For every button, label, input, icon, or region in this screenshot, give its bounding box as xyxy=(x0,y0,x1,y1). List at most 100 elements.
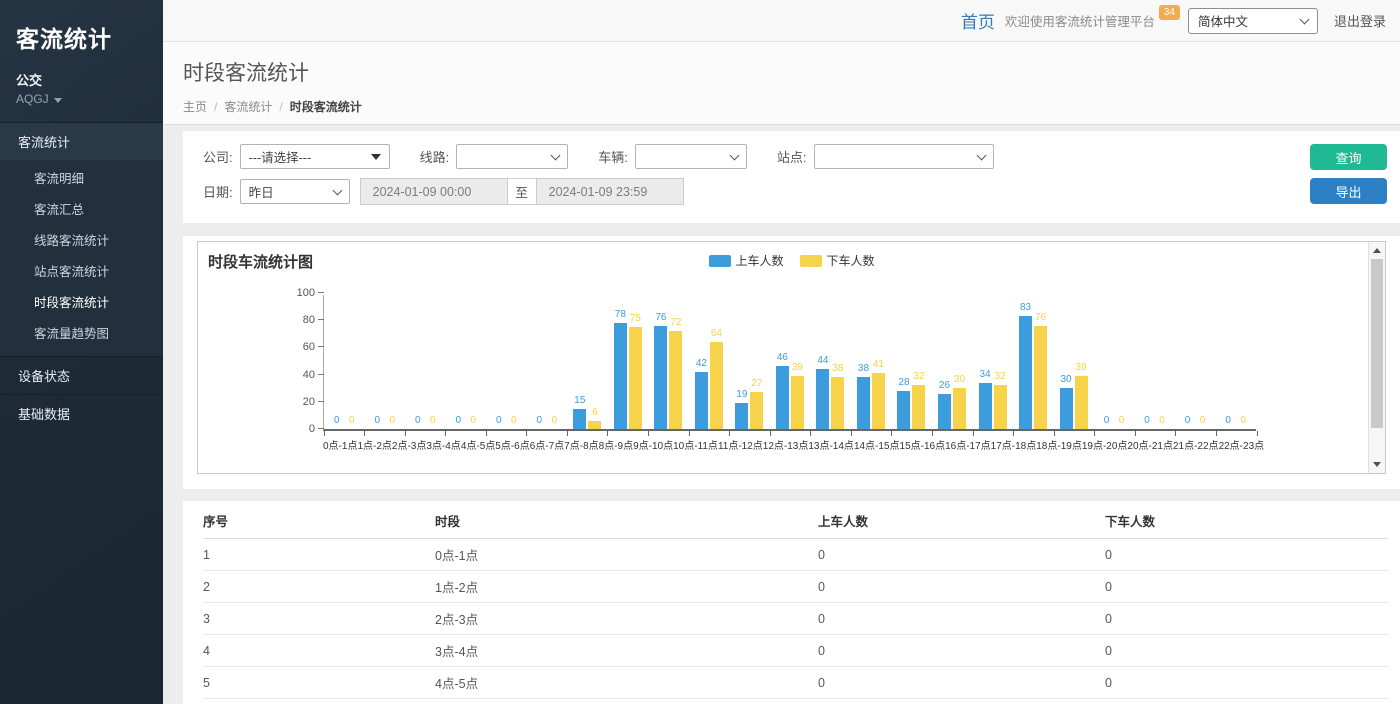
date-end-input[interactable]: 2024-01-09 23:59 xyxy=(536,178,684,205)
table-panel: 序号时段上车人数下车人数 10点-1点0021点-2点0032点-3点0043点… xyxy=(183,501,1400,704)
station-select[interactable] xyxy=(814,144,994,169)
table-cell: 3点-4点 xyxy=(435,635,818,667)
bar-下车人数: 32 xyxy=(912,385,925,429)
sidebar-item-线路客流统计[interactable]: 线路客流统计 xyxy=(0,224,163,255)
vehicle-select[interactable] xyxy=(635,144,747,169)
bar-value-label: 75 xyxy=(630,313,641,324)
table-row: 21点-2点00 xyxy=(203,571,1388,603)
x-axis-tick-mark xyxy=(1013,431,1014,436)
bar-group-4点-5点: 00 xyxy=(486,295,527,429)
chart: 时段车流统计图 上车人数下车人数 02040608010000000000000… xyxy=(197,241,1386,474)
x-axis-tick-mark xyxy=(810,431,811,436)
legend-item-上车人数[interactable]: 上车人数 xyxy=(708,252,783,269)
bar-value-label: 0 xyxy=(1104,415,1110,426)
table-header-序号: 序号 xyxy=(203,501,435,539)
x-axis-tick-mark xyxy=(1175,431,1176,436)
x-axis-tick-mark xyxy=(324,431,325,436)
notification-badge[interactable]: 34 xyxy=(1159,5,1180,20)
x-axis-label: 20点-21点 xyxy=(1127,437,1173,452)
bar-group-18点-19点: 3039 xyxy=(1053,295,1094,429)
bar-下车人数: 76 xyxy=(1034,326,1047,429)
breadcrumb-item: 时段客流统计 xyxy=(290,100,362,114)
x-axis-label: 6点-7点 xyxy=(530,437,564,452)
bar-group-11点-12点: 4639 xyxy=(770,295,811,429)
scroll-down-arrow-icon[interactable] xyxy=(1369,457,1385,472)
breadcrumb-item[interactable]: 客流统计 xyxy=(224,100,272,114)
query-button[interactable]: 查询 xyxy=(1310,144,1387,170)
bar-value-label: 27 xyxy=(751,378,762,389)
x-axis-tick-mark xyxy=(932,431,933,436)
bar-上车人数: 34 xyxy=(979,383,992,429)
data-table: 序号时段上车人数下车人数 10点-1点0021点-2点0032点-3点0043点… xyxy=(203,501,1388,704)
content: 公司: ---请选择--- 线路: 车辆: 站点: xyxy=(163,125,1400,704)
bar-下车人数: 30 xyxy=(953,388,966,429)
home-link[interactable]: 首页 xyxy=(961,8,995,33)
table-cell: 4点-5点 xyxy=(435,667,818,699)
date-start-input[interactable]: 2024-01-09 00:00 xyxy=(360,178,508,205)
filter-row-2: 日期: 昨日 2024-01-09 00:00 至 2024-01-09 23:… xyxy=(203,178,1290,205)
bar-value-label: 19 xyxy=(736,389,747,400)
bar-value-label: 30 xyxy=(1060,374,1071,385)
bar-下车人数: 72 xyxy=(669,331,682,429)
x-axis-label: 9点-10点 xyxy=(633,437,673,452)
x-axis-tick-mark xyxy=(486,431,487,436)
date-range-select-value: 昨日 xyxy=(249,182,274,201)
bar-group-10点-11点: 1927 xyxy=(729,295,770,429)
line-select[interactable] xyxy=(456,144,568,169)
bar-value-label: 0 xyxy=(415,415,421,426)
table-cell: 2 xyxy=(203,571,435,603)
sidebar-item-站点客流统计[interactable]: 站点客流统计 xyxy=(0,255,163,286)
bar-下车人数: 39 xyxy=(791,376,804,429)
x-axis-label: 10点-11点 xyxy=(673,437,718,452)
bar-value-label: 76 xyxy=(1035,312,1046,323)
scrollbar-thumb[interactable] xyxy=(1371,259,1383,428)
bar-value-label: 0 xyxy=(1119,415,1125,426)
bar-group-17点-18点: 8376 xyxy=(1013,295,1054,429)
bar-value-label: 0 xyxy=(511,415,517,426)
legend-item-下车人数[interactable]: 下车人数 xyxy=(800,252,875,269)
date-range-select[interactable]: 昨日 xyxy=(240,179,350,204)
org-selector[interactable]: AQGJ xyxy=(0,89,163,122)
bar-value-label: 38 xyxy=(858,363,869,374)
vehicle-label: 车辆: xyxy=(598,147,628,166)
x-axis-label: 7点-8点 xyxy=(564,437,598,452)
breadcrumb-separator: / xyxy=(214,100,217,114)
chart-panel: 时段车流统计图 上车人数下车人数 02040608010000000000000… xyxy=(183,236,1400,489)
page-header: 时段客流统计 主页/客流统计/时段客流统计 xyxy=(163,42,1400,125)
bar-value-label: 0 xyxy=(389,415,395,426)
x-axis-label: 15点-16点 xyxy=(900,437,946,452)
x-axis-tick-mark xyxy=(770,431,771,436)
breadcrumb-item[interactable]: 主页 xyxy=(183,100,207,114)
logout-link[interactable]: 退出登录 xyxy=(1334,11,1386,30)
topbar: 首页 欢迎使用客流统计管理平台 34 简体中文 退出登录 xyxy=(163,0,1400,42)
bar-value-label: 0 xyxy=(1144,415,1150,426)
sidebar-group-客流统计[interactable]: 客流统计 xyxy=(0,122,163,160)
bar-value-label: 0 xyxy=(537,415,543,426)
language-select[interactable]: 简体中文 xyxy=(1188,8,1318,34)
sidebar-item-时段客流统计[interactable]: 时段客流统计 xyxy=(0,286,163,317)
chart-scrollbar[interactable] xyxy=(1368,242,1385,473)
breadcrumb: 主页/客流统计/时段客流统计 xyxy=(183,98,1400,115)
scroll-up-arrow-icon[interactable] xyxy=(1369,243,1385,258)
bar-value-label: 0 xyxy=(1240,415,1246,426)
welcome-text: 欢迎使用客流统计管理平台 xyxy=(1005,11,1155,30)
sidebar-item-客流明细[interactable]: 客流明细 xyxy=(0,162,163,193)
sidebar-group-设备状态[interactable]: 设备状态 xyxy=(0,356,163,394)
x-axis-tick-mark xyxy=(1216,431,1217,436)
sidebar-group-基础数据[interactable]: 基础数据 xyxy=(0,394,163,432)
company-select[interactable]: ---请选择--- xyxy=(240,144,390,169)
legend-label: 下车人数 xyxy=(827,252,875,269)
sidebar-item-客流量趋势图[interactable]: 客流量趋势图 xyxy=(0,317,163,348)
export-button[interactable]: 导出 xyxy=(1310,178,1387,204)
y-axis-tick-label: 80 xyxy=(281,314,315,326)
table-cell: 0 xyxy=(1105,635,1388,667)
x-axis-tick-mark xyxy=(567,431,568,436)
bar-group-20点-21点: 00 xyxy=(1134,295,1175,429)
x-axis-label: 3点-4点 xyxy=(426,437,460,452)
company-label: 公司: xyxy=(203,147,233,166)
table-row: 65点-6点00 xyxy=(203,699,1388,704)
bar-value-label: 26 xyxy=(939,380,950,391)
sidebar-item-客流汇总[interactable]: 客流汇总 xyxy=(0,193,163,224)
x-axis-label: 14点-15点 xyxy=(854,437,900,452)
bar-value-label: 0 xyxy=(496,415,502,426)
